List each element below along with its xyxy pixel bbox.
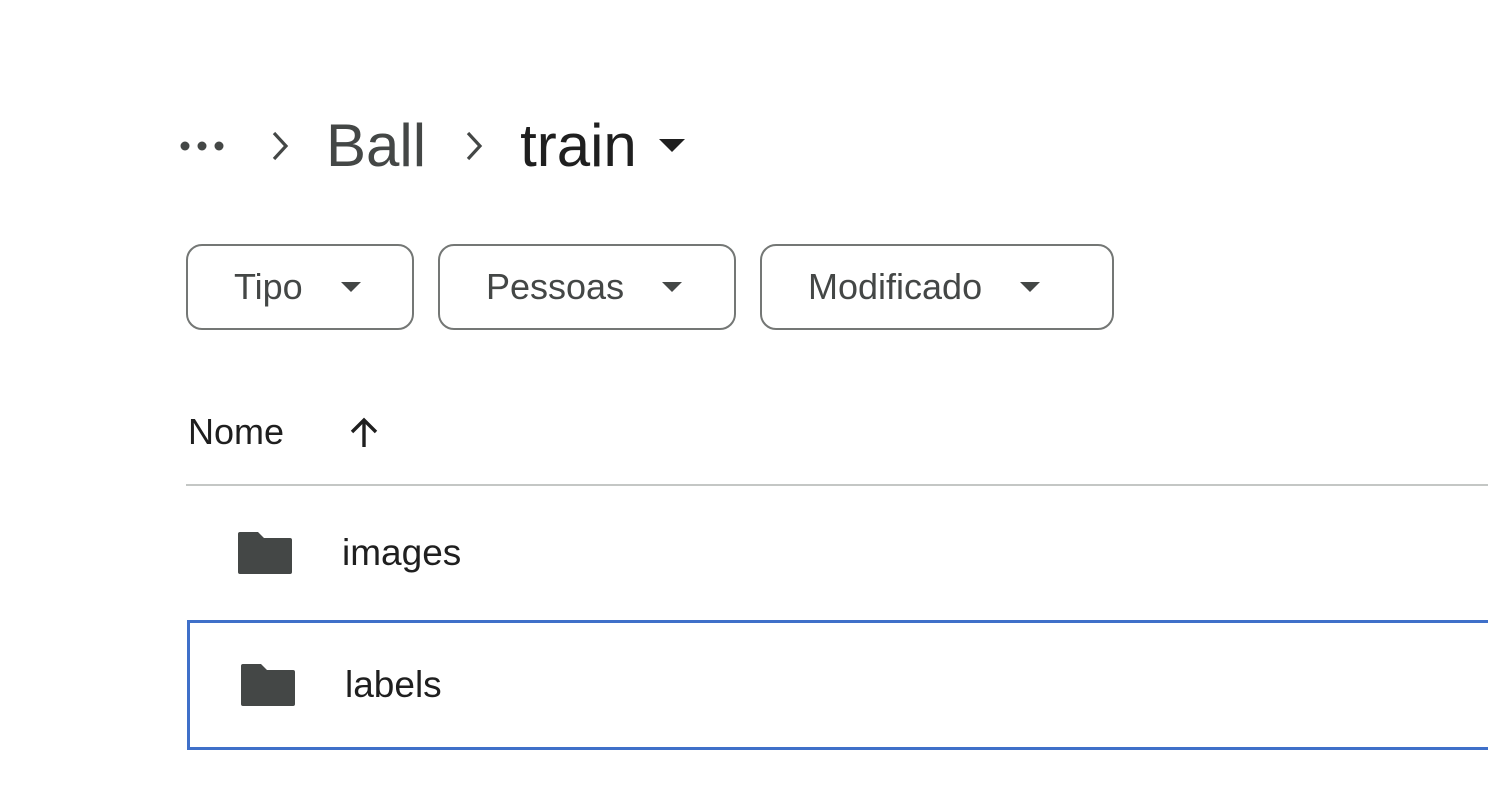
arrow-drop-down-icon [662,282,683,292]
arrow-drop-down-icon [658,139,685,153]
breadcrumb-current-folder-menu[interactable]: train [494,108,685,184]
filter-chip-label: Pessoas [486,266,625,307]
breadcrumb-item-ball[interactable]: Ball [300,108,454,184]
filter-chip-label: Modificado [808,266,983,307]
filter-chip-label: Tipo [234,266,303,307]
table-row-selected[interactable]: labels [187,620,1488,750]
column-header: Nome [188,404,384,460]
chevron-right-icon [454,126,494,166]
breadcrumb: Ball train [172,108,685,184]
column-header-name[interactable]: Nome [188,404,284,460]
filter-chip-modificado[interactable]: Modificado [760,244,1114,330]
header-divider [186,484,1488,486]
filter-chip-tipo[interactable]: Tipo [186,244,414,330]
filter-chips: Tipo Pessoas Modificado [186,244,1114,330]
row-name: labels [345,664,442,705]
filter-chip-pessoas[interactable]: Pessoas [438,244,736,330]
breadcrumb-current-label: train [520,112,637,179]
row-name: images [342,532,462,573]
drive-folder-view: Ball train Tipo Pessoas Modificado Nome … [0,0,1488,801]
chevron-right-icon [260,126,300,166]
arrow-drop-down-icon [340,282,361,292]
folder-icon [236,530,294,576]
folder-icon [239,662,297,708]
table-row[interactable]: images [188,488,1488,618]
more-horiz-icon[interactable] [170,114,234,178]
arrow-upward-icon[interactable] [344,412,384,452]
arrow-drop-down-icon [1020,282,1041,292]
